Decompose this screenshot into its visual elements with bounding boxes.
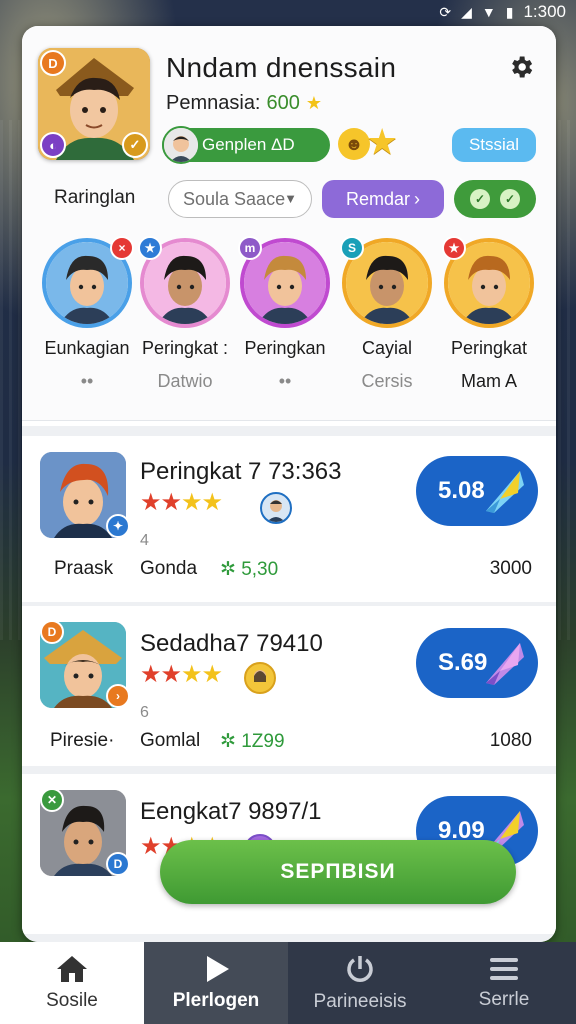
chevron-down-icon: ▼ xyxy=(284,191,297,206)
leaderboard-card: D ◐ ✓ Nndam dnenssain Pemnasia: 600 ★ Ge… xyxy=(22,26,556,942)
runner-icon: ✦ xyxy=(106,514,130,538)
sort-select[interactable]: Soula Saace ▼ xyxy=(168,180,312,218)
row-title: Eengkat7 9897/1 xyxy=(140,798,322,825)
check-icon: ✓ xyxy=(470,189,490,209)
row-delta: ✲ 1Z99 xyxy=(220,731,285,752)
player-card[interactable]: S Cayial Cersis xyxy=(334,236,440,392)
coach-avatar xyxy=(244,662,276,694)
filter-label: Raringlan xyxy=(54,187,136,208)
confirm-toggle[interactable]: ✓ ✓ xyxy=(454,180,536,218)
row-left-label: Praask xyxy=(54,558,114,579)
player-badge-icon: S xyxy=(340,236,364,260)
row-mid-label: Gonda xyxy=(140,558,198,579)
row-small-number: 4 xyxy=(140,532,149,549)
sort-select-value: Soula Saace xyxy=(183,188,286,209)
bottom-navigation: Sosile Plerlogen Parineeisis Serrle xyxy=(0,942,576,1024)
primary-action-button[interactable]: SEPПBISИ xyxy=(160,840,516,904)
player-badge-icon: × xyxy=(110,236,134,260)
page-title: Nndam dnenssain xyxy=(166,52,397,83)
play-icon xyxy=(207,956,229,982)
player-subtitle: Cersis xyxy=(361,371,413,391)
score-button[interactable]: S.69 xyxy=(416,628,538,698)
rating-stars: ★★★★ xyxy=(140,489,223,516)
nav-item-menu[interactable]: Serrle xyxy=(432,942,576,1024)
row-right-number: 3000 xyxy=(489,558,532,579)
player-name: Peringkat : xyxy=(141,338,229,358)
reminder-button[interactable]: Remdar › xyxy=(322,180,444,218)
player-subtitle: •• xyxy=(80,371,94,391)
profile-avatar[interactable]: D ◐ ✓ xyxy=(38,48,150,160)
coach-avatar xyxy=(260,492,292,524)
gear-icon xyxy=(512,56,533,78)
nav-label: Parineeisis xyxy=(313,991,407,1012)
row-delta: ✲ 5,30 xyxy=(220,559,279,580)
power-icon xyxy=(347,956,373,982)
send-icon: › xyxy=(414,188,421,209)
player-badge-icon: ★ xyxy=(442,236,466,260)
row-title: Peringkat 7 73:363 xyxy=(140,458,342,485)
level-badge-icon: ✕ xyxy=(40,788,64,812)
level-badge-icon: D xyxy=(106,852,130,876)
check-icon: ✓ xyxy=(500,189,520,209)
player-badge-icon: ★ xyxy=(138,236,162,260)
level-badge: D xyxy=(40,50,66,76)
wifi-icon: ▼ xyxy=(481,4,496,20)
nav-item-home[interactable]: Sosile xyxy=(0,942,144,1024)
filter-row: Raringlan Soula Saace ▼ Remdar › ✓ ✓ xyxy=(22,178,556,218)
row-left-label: Piresie· xyxy=(50,730,115,751)
menu-icon xyxy=(490,958,518,980)
row-mid-label: Gomlal xyxy=(140,730,201,751)
sync-icon: ⟳ xyxy=(439,3,452,20)
home-icon xyxy=(57,956,87,982)
nav-label: Serrle xyxy=(478,989,530,1010)
status-bar: ⟳ ◢ ▼ ▮ 1:300 xyxy=(0,0,576,24)
nav-label: Plerlogen xyxy=(172,990,260,1011)
player-card[interactable]: ★ Peringkat : Datwio xyxy=(132,236,238,392)
player-subtitle: •• xyxy=(278,371,292,391)
settings-button[interactable] xyxy=(504,50,538,84)
level-badge-icon: D xyxy=(40,620,64,644)
rating-stars: ★★★★ xyxy=(140,661,223,688)
nav-item-power[interactable]: Parineeisis xyxy=(288,942,432,1024)
mini-avatar xyxy=(162,126,200,164)
player-subtitle: Datwio xyxy=(157,371,213,391)
player-name: Eunkagian xyxy=(44,338,130,358)
player-name: Peringkat xyxy=(450,338,528,358)
points-row: Pemnasia: 600 ★ xyxy=(166,92,322,115)
player-card[interactable]: m Peringkan •• xyxy=(232,236,338,392)
gem-icon xyxy=(486,471,524,513)
nav-label: Sosile xyxy=(46,990,98,1011)
reminder-button-label: Remdar xyxy=(345,188,411,209)
player-badge-icon: m xyxy=(238,236,262,260)
list-item[interactable]: ✦ Peringkat 7 73:363 ★★★★ 4 Praask Gonda… xyxy=(22,436,556,602)
player-carousel: × Eunkagian •• ★ Peringkat : Datwio m Peringkan… xyxy=(22,236,556,418)
star-icon: ★ xyxy=(305,93,323,113)
gold-star-icon: ★ xyxy=(366,121,399,162)
profile-tag-label: Genplen ΔD xyxy=(202,135,295,154)
profile-header: D ◐ ✓ Nndam dnenssain Pemnasia: 600 ★ Ge… xyxy=(22,26,556,421)
check-badge-icon: ✓ xyxy=(122,132,148,158)
points-value: 600 xyxy=(266,92,300,114)
battery-icon: ▮ xyxy=(505,3,514,20)
player-subtitle: Mam A xyxy=(460,371,517,391)
player-name: Peringkan xyxy=(244,338,326,358)
profile-tag[interactable]: Genplen ΔD xyxy=(162,126,330,164)
points-label: Pemnasia: xyxy=(166,92,261,114)
player-card[interactable]: ★ Peringkat Mam A xyxy=(436,236,542,392)
gem-icon xyxy=(486,643,524,685)
status-time: 1:300 xyxy=(523,2,566,21)
player-name: Cayial xyxy=(361,338,413,358)
score-value: 5.08 xyxy=(438,477,485,504)
row-right-number: 1080 xyxy=(489,730,532,751)
nav-item-play[interactable]: Plerlogen xyxy=(144,942,288,1024)
status-button[interactable]: Stssial xyxy=(452,128,536,162)
signal-icon: ◢ xyxy=(461,3,472,20)
rank-badge-icon: ◐ xyxy=(40,132,66,158)
player-card[interactable]: × Eunkagian •• xyxy=(34,236,140,392)
row-title: Sedadha7 79410 xyxy=(140,630,323,657)
score-button[interactable]: 5.08 xyxy=(416,456,538,526)
list-item[interactable]: D › Sedadha7 79410 ★★★★ 6 Piresie· Gomla… xyxy=(22,606,556,766)
arrow-badge-icon: › xyxy=(106,684,130,708)
row-small-number: 6 xyxy=(140,704,149,721)
